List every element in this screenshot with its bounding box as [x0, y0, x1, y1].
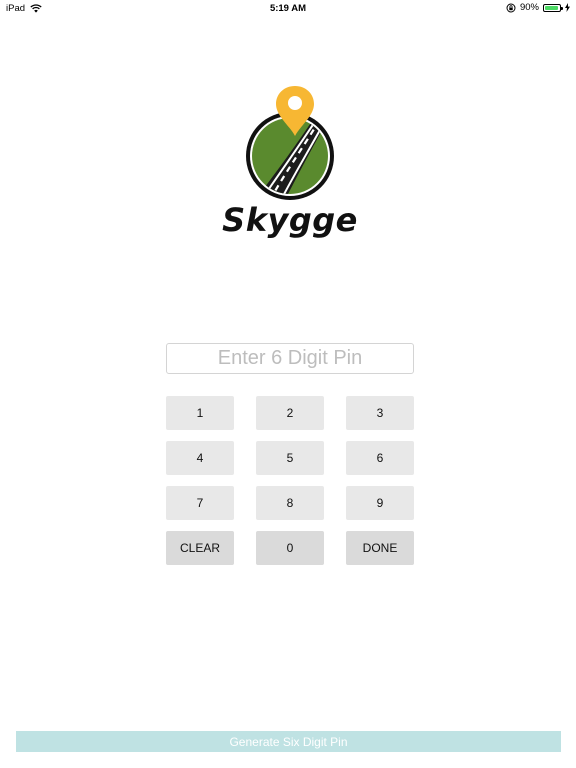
key-7[interactable]: 7: [166, 486, 234, 520]
battery-level-fill: [545, 5, 558, 10]
key-4[interactable]: 4: [166, 441, 234, 475]
brand-wordmark: Skygge: [222, 201, 358, 239]
key-9[interactable]: 9: [346, 486, 414, 520]
pin-input[interactable]: [166, 343, 414, 374]
skygge-logo: Skygge: [214, 82, 366, 242]
pin-entry-screen: iPad 5:19 AM 90% Skygge Enter 6 Digit Pi…: [0, 0, 576, 768]
done-button[interactable]: DONE: [346, 531, 414, 565]
battery-cap: [561, 6, 563, 10]
charging-icon: [565, 3, 570, 12]
generate-pin-button[interactable]: Generate Six Digit Pin: [16, 731, 561, 752]
key-8[interactable]: 8: [256, 486, 324, 520]
clear-button[interactable]: CLEAR: [166, 531, 234, 565]
status-time: 5:19 AM: [269, 3, 307, 14]
key-6[interactable]: 6: [346, 441, 414, 475]
status-bar-right: 90%: [506, 2, 570, 13]
key-2[interactable]: 2: [256, 396, 324, 430]
status-bar: iPad 5:19 AM 90%: [0, 0, 576, 18]
key-3[interactable]: 3: [346, 396, 414, 430]
key-1[interactable]: 1: [166, 396, 234, 430]
battery-percentage: 90%: [519, 2, 539, 13]
number-keypad: 1 2 3 4 5 6 7 8 9 CLEAR 0 DONE: [166, 396, 414, 565]
key-0[interactable]: 0: [256, 531, 324, 565]
map-pin-road-icon: [246, 86, 334, 200]
battery-icon: [543, 3, 563, 12]
orientation-lock-icon: [506, 3, 516, 13]
key-5[interactable]: 5: [256, 441, 324, 475]
